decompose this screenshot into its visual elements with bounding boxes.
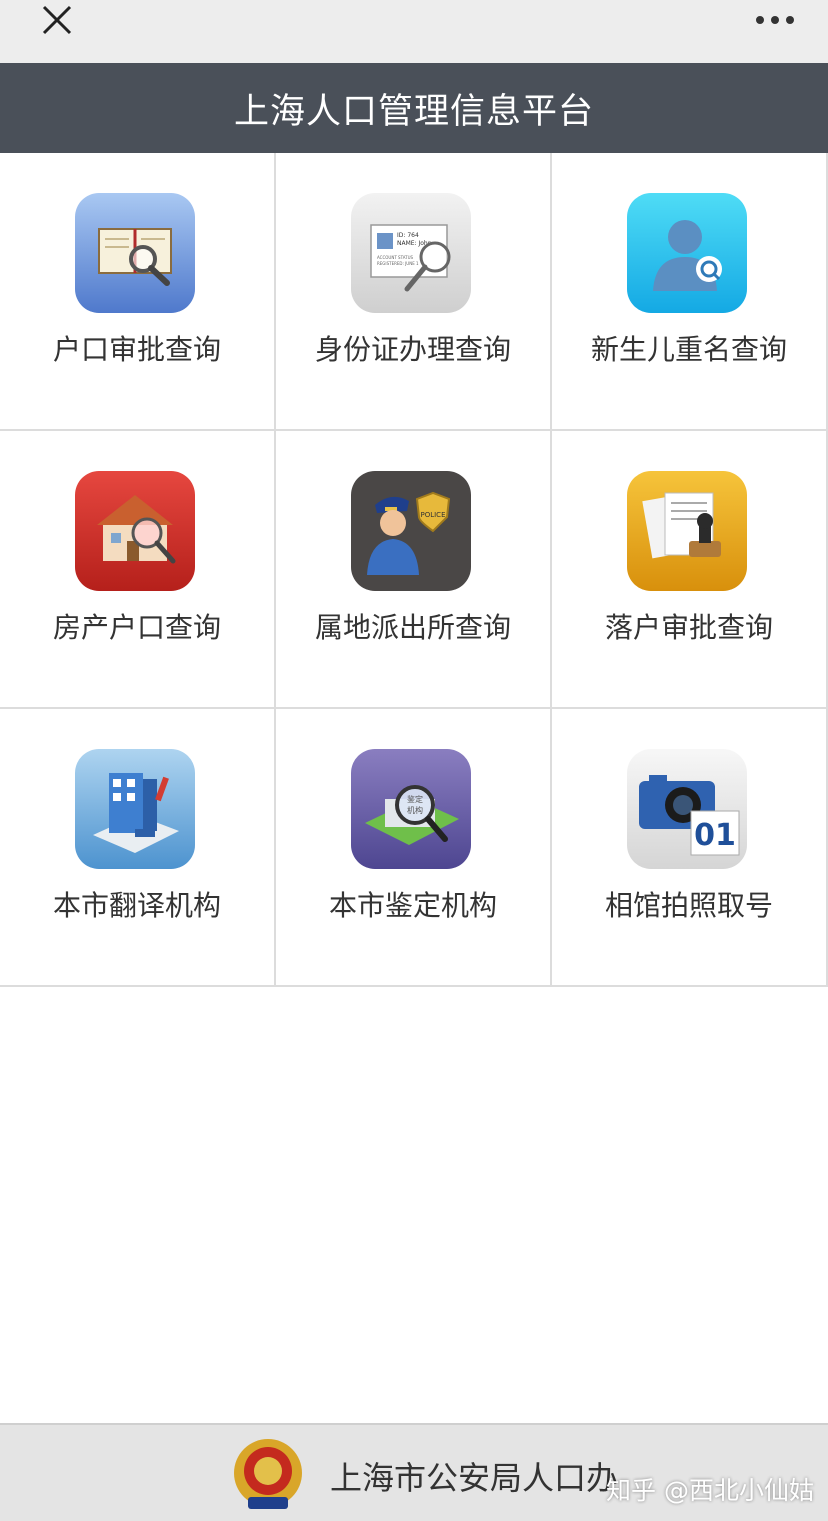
- service-hukou-approval[interactable]: 户口审批查询: [0, 153, 276, 431]
- service-label: 新生儿重名查询: [590, 333, 787, 366]
- service-label: 房产户口查询: [52, 611, 221, 644]
- page-header: 上海人口管理信息平台: [0, 63, 828, 153]
- service-photo-studio-number[interactable]: 01 相馆拍照取号: [552, 709, 828, 987]
- service-label: 相馆拍照取号: [604, 889, 773, 922]
- number-text: 01: [694, 818, 736, 853]
- service-property-hukou[interactable]: 房产户口查询: [0, 431, 276, 709]
- house-magnifier-icon: [75, 471, 195, 591]
- police-emblem-icon: [228, 1435, 308, 1515]
- service-label: 本市翻译机构: [52, 889, 221, 922]
- card-id-text: ID: 764: [397, 232, 419, 239]
- more-button[interactable]: [750, 0, 800, 40]
- service-translation-agencies[interactable]: 本市翻译机构: [0, 709, 276, 987]
- card-registered-text: REGISTERED: JUNE 1: [377, 261, 419, 266]
- top-bar: [0, 0, 828, 63]
- service-settle-approval[interactable]: 落户审批查询: [552, 431, 828, 709]
- camera-number-icon: 01: [627, 749, 747, 869]
- service-id-card[interactable]: ID: 764 NAME: John ACCOUNT STATUS REGIST…: [276, 153, 552, 431]
- close-button[interactable]: [34, 0, 80, 40]
- building-pencil-icon: [75, 749, 195, 869]
- lens-text-top: 鉴定: [407, 794, 423, 804]
- service-appraisal-agencies[interactable]: 鉴定 机构 本市鉴定机构: [276, 709, 552, 987]
- service-label: 身份证办理查询: [314, 333, 511, 366]
- service-label: 户口审批查询: [52, 333, 221, 366]
- footer: 上海市公安局人口办 知乎 @西北小仙姑: [0, 1423, 828, 1521]
- id-card-magnifier-icon: ID: 764 NAME: John ACCOUNT STATUS REGIST…: [351, 193, 471, 313]
- watermark-text: 知乎 @西北小仙姑: [606, 1476, 814, 1505]
- page-title: 上海人口管理信息平台: [233, 91, 594, 132]
- service-grid: 户口审批查询 ID: 764 NAME: John ACCOUNT STATUS…: [0, 153, 828, 987]
- service-local-police-station[interactable]: POLICE 属地派出所查询: [276, 431, 552, 709]
- close-icon: [42, 5, 72, 35]
- service-newborn-name[interactable]: 新生儿重名查询: [552, 153, 828, 431]
- lens-text-bottom: 机构: [407, 805, 423, 815]
- person-search-icon: [627, 193, 747, 313]
- book-magnifier-icon: [75, 193, 195, 313]
- documents-stamp-icon: [627, 471, 747, 591]
- footer-text: 上海市公安局人口办: [330, 1459, 619, 1497]
- police-officer-icon: POLICE: [351, 471, 471, 591]
- service-label: 属地派出所查询: [314, 611, 511, 644]
- service-label: 落户审批查询: [604, 611, 773, 644]
- badge-text: POLICE: [420, 511, 445, 519]
- institution-magnifier-icon: 鉴定 机构: [351, 749, 471, 869]
- service-label: 本市鉴定机构: [328, 889, 497, 922]
- more-dots-icon: [756, 16, 794, 24]
- card-status-text: ACCOUNT STATUS: [377, 255, 414, 260]
